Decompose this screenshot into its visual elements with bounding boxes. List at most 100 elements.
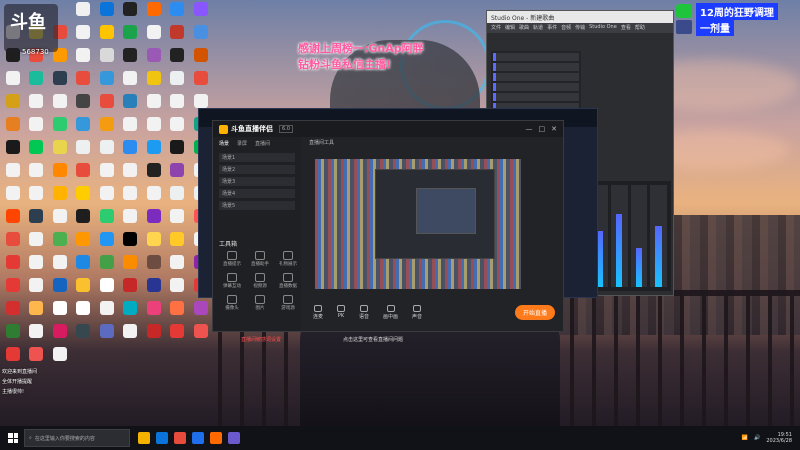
scene-item[interactable]: 场景3 xyxy=(219,177,295,186)
desktop-icon[interactable] xyxy=(72,117,96,140)
desktop-icon[interactable] xyxy=(166,71,190,94)
desktop-icon[interactable] xyxy=(142,163,166,186)
desktop-icon[interactable] xyxy=(1,347,25,370)
desktop-icon[interactable] xyxy=(189,25,213,48)
desktop-icon[interactable] xyxy=(25,278,49,301)
desktop-icon[interactable] xyxy=(1,232,25,255)
desktop-icon[interactable] xyxy=(142,2,166,25)
desktop-icon[interactable] xyxy=(119,163,143,186)
desktop-icon[interactable] xyxy=(142,301,166,324)
desktop-icon[interactable] xyxy=(95,186,119,209)
toolbox-item[interactable]: 直播提示 xyxy=(219,251,245,271)
desktop-icon[interactable] xyxy=(142,94,166,117)
desktop-icon[interactable] xyxy=(95,140,119,163)
desktop-icon[interactable] xyxy=(95,301,119,324)
toolbox-item[interactable]: 摄像头 xyxy=(219,295,245,315)
sidebar-tab[interactable]: 直播间 xyxy=(255,140,270,147)
live-control[interactable]: 语音 xyxy=(359,304,369,320)
desktop-icon[interactable] xyxy=(48,186,72,209)
desktop-icon[interactable] xyxy=(1,71,25,94)
desktop-icon[interactable] xyxy=(72,2,96,25)
desktop-icon[interactable] xyxy=(142,25,166,48)
desktop-icon[interactable] xyxy=(189,301,213,324)
desktop-icon[interactable] xyxy=(166,324,190,347)
studio-one-track[interactable] xyxy=(493,83,579,91)
desktop-icon[interactable] xyxy=(119,48,143,71)
desktop-icon[interactable] xyxy=(1,301,25,324)
studio-one-menubar[interactable]: 文件 编辑 歌曲 轨道 事件 音频 传输 Studio One 查看 帮助 xyxy=(487,23,673,33)
desktop-icon[interactable] xyxy=(95,2,119,25)
studio-one-menu-item[interactable]: 轨道 xyxy=(533,24,543,32)
desktop-icon[interactable] xyxy=(166,232,190,255)
desktop-icon[interactable] xyxy=(95,48,119,71)
desktop-icon[interactable] xyxy=(95,255,119,278)
desktop-icon[interactable] xyxy=(25,232,49,255)
desktop-icon[interactable] xyxy=(142,278,166,301)
desktop-icon[interactable] xyxy=(72,232,96,255)
windows-start-icon[interactable] xyxy=(8,433,18,443)
desktop-icon[interactable] xyxy=(1,255,25,278)
desktop-icon[interactable] xyxy=(72,140,96,163)
toolbox-item[interactable]: 视频源 xyxy=(247,273,273,293)
desktop-icon[interactable] xyxy=(95,25,119,48)
live-control[interactable]: 画中画 xyxy=(383,304,398,320)
desktop-icon[interactable] xyxy=(119,255,143,278)
taskbar-search-box[interactable]: ⌕ 在这里输入你要搜索的内容 xyxy=(24,429,130,447)
scene-item[interactable]: 场景2 xyxy=(219,165,295,174)
desktop-icon[interactable] xyxy=(72,186,96,209)
desktop-icon[interactable] xyxy=(166,255,190,278)
toolbox-item[interactable]: 弹幕互动 xyxy=(219,273,245,293)
desktop-icon[interactable] xyxy=(189,2,213,25)
desktop-icon[interactable] xyxy=(142,140,166,163)
desktop-icon[interactable] xyxy=(72,278,96,301)
desktop-icon[interactable] xyxy=(166,163,190,186)
desktop-icon[interactable] xyxy=(166,209,190,232)
taskbar-clock[interactable]: 19:51 2023/6/28 xyxy=(766,432,792,444)
desktop-icon[interactable] xyxy=(95,232,119,255)
desktop-icon[interactable] xyxy=(25,140,49,163)
taskbar-app-icon[interactable] xyxy=(138,432,150,444)
studio-one-menu-item[interactable]: 传输 xyxy=(575,24,585,32)
studio-one-menu-item[interactable]: 音频 xyxy=(561,24,571,32)
desktop-icon[interactable] xyxy=(119,25,143,48)
desktop-icon[interactable] xyxy=(25,255,49,278)
desktop-icon[interactable] xyxy=(25,117,49,140)
desktop-icon[interactable] xyxy=(142,209,166,232)
studio-one-menu-item[interactable]: Studio One xyxy=(589,24,617,32)
desktop-icon[interactable] xyxy=(142,71,166,94)
studio-one-mixer[interactable] xyxy=(587,181,671,291)
desktop-icon[interactable] xyxy=(48,255,72,278)
desktop-icon[interactable] xyxy=(166,186,190,209)
desktop-icon[interactable] xyxy=(1,117,25,140)
desktop-icon[interactable] xyxy=(25,324,49,347)
live-control[interactable]: PK xyxy=(337,305,346,319)
desktop-icon[interactable] xyxy=(95,278,119,301)
minimize-icon[interactable]: — xyxy=(526,125,533,133)
desktop-icon[interactable] xyxy=(119,71,143,94)
scene-item[interactable]: 场景1 xyxy=(219,153,295,162)
toolbox-item[interactable]: 礼物展示 xyxy=(275,251,301,271)
desktop-icon[interactable] xyxy=(72,209,96,232)
desktop-icon[interactable] xyxy=(119,301,143,324)
desktop-icon[interactable] xyxy=(1,163,25,186)
desktop-icon[interactable] xyxy=(95,117,119,140)
desktop-icon[interactable] xyxy=(72,48,96,71)
studio-one-menu-item[interactable]: 文件 xyxy=(491,24,501,32)
mixer-fader[interactable] xyxy=(650,185,667,287)
desktop-icon[interactable] xyxy=(119,2,143,25)
desktop-icon[interactable] xyxy=(166,117,190,140)
douyu-titlebar[interactable]: 斗鱼直播伴侣 6.0 — □ ✕ xyxy=(213,121,563,137)
desktop-icon[interactable] xyxy=(1,186,25,209)
desktop-icon[interactable] xyxy=(48,278,72,301)
desktop-icon[interactable] xyxy=(25,209,49,232)
start-live-button[interactable]: 开始直播 xyxy=(514,304,555,320)
toolbox-item[interactable]: 直播助手 xyxy=(247,251,273,271)
desktop-icon[interactable] xyxy=(72,71,96,94)
studio-one-track[interactable] xyxy=(493,53,579,61)
desktop-icon[interactable] xyxy=(189,48,213,71)
desktop-icon[interactable] xyxy=(142,186,166,209)
studio-one-track[interactable] xyxy=(493,63,579,71)
desktop-icon[interactable] xyxy=(166,278,190,301)
live-control[interactable]: 声音 xyxy=(412,304,422,320)
desktop-icon[interactable] xyxy=(48,347,72,370)
